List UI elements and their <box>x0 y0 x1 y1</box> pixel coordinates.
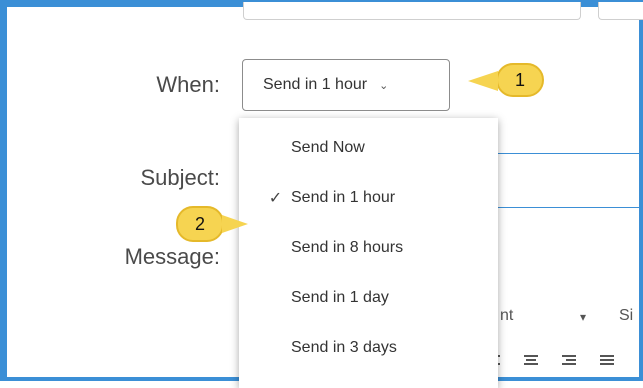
frame-border-left <box>0 0 7 381</box>
menu-item-send-now[interactable]: Send Now <box>239 124 498 172</box>
check-icon: ✓ <box>268 190 291 207</box>
menu-item-label: Send in 1 hour <box>291 189 396 206</box>
align-justify-icon[interactable] <box>600 355 614 369</box>
chevron-down-icon: ⌄ <box>379 79 389 92</box>
menu-item-label: Send in 8 hours <box>291 239 404 256</box>
caret-down-icon: ▾ <box>580 310 587 324</box>
frame-border-right <box>639 0 643 381</box>
subject-label: Subject: <box>140 165 221 190</box>
callout-1: 1 <box>468 63 544 97</box>
when-select-value: Send in 1 hour <box>263 76 368 93</box>
when-select[interactable]: Send in 1 hour ⌄ <box>242 59 450 111</box>
menu-item-send-in-3-days[interactable]: Send in 3 days <box>239 324 498 372</box>
callout-2-label: 2 <box>194 213 205 234</box>
message-label: Message: <box>124 244 220 269</box>
previous-field-secondary[interactable] <box>598 2 643 20</box>
menu-item-label: Send in 3 days <box>291 339 397 356</box>
when-dropdown-menu: Send Now ✓ Send in 1 hour Send in 8 hour… <box>239 118 498 388</box>
menu-item-send-in-8-hours[interactable]: Send in 8 hours <box>239 224 498 272</box>
align-center-icon[interactable] <box>524 355 538 369</box>
menu-item-label: Send in 1 day <box>291 289 389 306</box>
font-family-select[interactable]: nt <box>500 307 513 325</box>
menu-item-send-in-1-day[interactable]: Send in 1 day <box>239 274 498 322</box>
when-label: When: <box>156 72 220 97</box>
previous-field[interactable] <box>243 2 581 20</box>
font-size-select[interactable]: Si <box>619 307 633 325</box>
callout-2: 2 <box>176 206 248 242</box>
menu-item-send-in-1-hour[interactable]: ✓ Send in 1 hour <box>239 174 498 222</box>
menu-item-label: Send Now <box>291 139 365 156</box>
callout-1-label: 1 <box>514 69 525 90</box>
align-right-icon[interactable] <box>562 355 576 369</box>
